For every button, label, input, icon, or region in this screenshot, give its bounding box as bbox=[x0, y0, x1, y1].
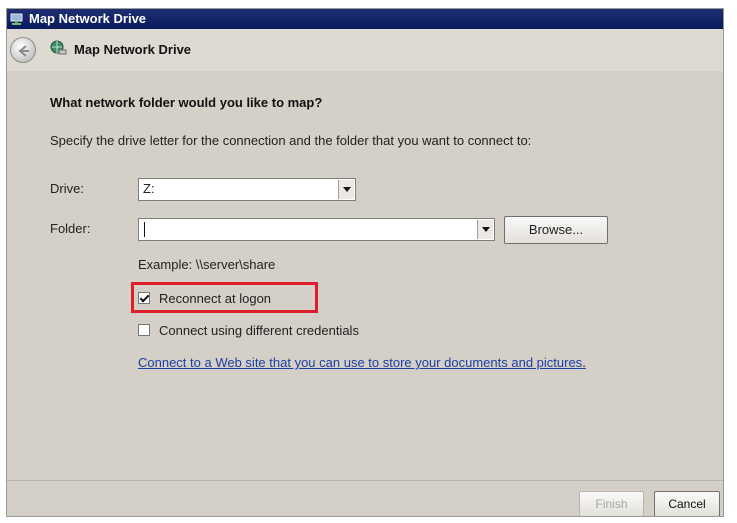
cancel-button[interactable]: Cancel bbox=[654, 491, 720, 516]
folder-dropdown-arrow-icon[interactable] bbox=[477, 220, 493, 239]
credentials-option[interactable]: Connect using different credentials bbox=[138, 321, 359, 339]
drive-value: Z: bbox=[143, 181, 155, 196]
credentials-checkbox[interactable] bbox=[138, 324, 150, 336]
map-network-drive-window: Map Network Drive Map Network Drive What… bbox=[6, 8, 724, 517]
text-caret bbox=[144, 222, 145, 237]
wizard-footer: Finish Cancel bbox=[7, 480, 723, 516]
wizard-title: Map Network Drive bbox=[74, 42, 192, 57]
back-button[interactable] bbox=[10, 37, 36, 63]
wizard-header: Map Network Drive bbox=[7, 29, 723, 71]
instruction-text: Specify the drive letter for the connect… bbox=[50, 133, 532, 148]
back-arrow-icon bbox=[18, 45, 29, 57]
folder-label: Folder: bbox=[50, 221, 91, 236]
example-text: Example: \\server\share bbox=[138, 257, 276, 272]
title-bar[interactable]: Map Network Drive bbox=[7, 9, 723, 29]
network-drive-icon bbox=[50, 40, 67, 55]
window-title: Map Network Drive bbox=[29, 11, 147, 26]
link-period: . bbox=[582, 355, 586, 370]
web-site-link[interactable]: Connect to a Web site that you can use t… bbox=[138, 355, 586, 370]
web-site-link-text[interactable]: Connect to a Web site that you can use t… bbox=[138, 355, 582, 370]
drive-dropdown-arrow-icon[interactable] bbox=[338, 180, 354, 199]
wizard-content: What network folder would you like to ma… bbox=[7, 71, 723, 480]
credentials-label: Connect using different credentials bbox=[159, 322, 359, 338]
page-heading: What network folder would you like to ma… bbox=[50, 95, 323, 110]
network-drive-icon bbox=[10, 13, 23, 25]
drive-label: Drive: bbox=[50, 181, 84, 196]
folder-combobox[interactable] bbox=[138, 218, 495, 241]
browse-button[interactable]: Browse... bbox=[504, 216, 608, 244]
drive-select[interactable]: Z: bbox=[138, 178, 356, 201]
reconnect-highlight-box bbox=[131, 282, 318, 313]
finish-button[interactable]: Finish bbox=[579, 491, 644, 516]
